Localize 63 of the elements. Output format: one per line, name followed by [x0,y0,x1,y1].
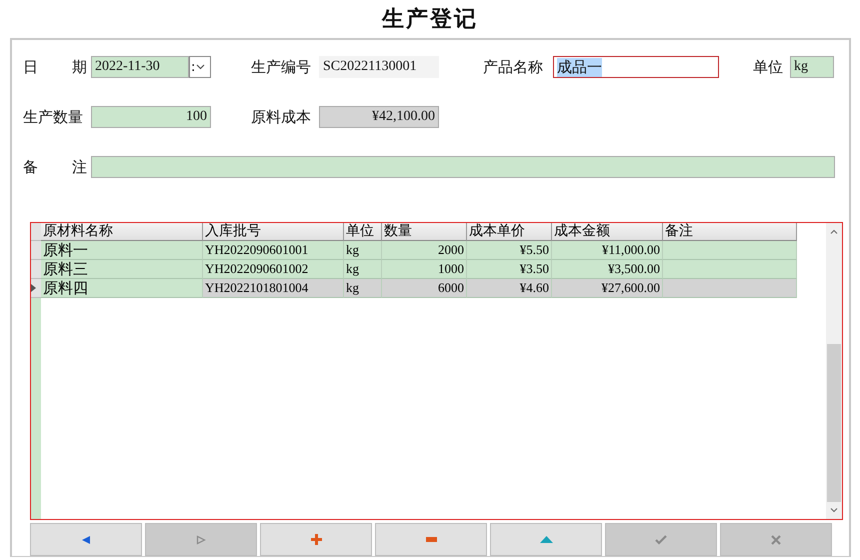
column-header[interactable]: 数量 [382,223,467,241]
minus-icon [426,537,436,542]
left-arrow-icon [81,534,91,544]
quantity-field[interactable]: 100 [91,106,211,128]
column-header[interactable]: 成本金额 [552,223,663,241]
table-cell: 1000 [382,260,467,279]
unit-label: 单位 [753,58,784,76]
column-header[interactable]: 原材料名称 [41,223,203,241]
table-cell: kg [344,260,382,279]
table-cell: ¥3,500.00 [552,260,663,279]
table-cell: 原料一 [41,241,203,260]
scrollbar-thumb[interactable] [827,344,841,502]
scroll-up-icon [830,229,838,234]
row-header[interactable] [31,279,41,298]
date-picker-button[interactable]: : [189,56,211,78]
cost-label: 原料成本 [251,108,312,126]
table-row[interactable]: 原料一 YH2022090601001 kg 2000 ¥5.50 ¥11,000.00 [41,241,826,260]
table-cell: kg [344,279,382,298]
column-header[interactable]: 备注 [663,223,797,241]
grid-corner-header [31,223,41,241]
dropdown-icon [196,64,206,70]
table-cell: 6000 [382,279,467,298]
table-cell: kg [344,241,382,260]
up-triangle-icon [540,536,552,543]
table-cell: ¥3.50 [467,260,552,279]
product-field[interactable]: 成品一 [553,56,719,78]
quantity-label: 生产数量 [23,108,84,126]
column-header[interactable]: 入库批号 [203,223,344,241]
remove-button[interactable] [375,523,487,556]
table-cell: YH2022090601002 [203,260,344,279]
up-button[interactable] [490,523,602,556]
close-icon [771,534,781,544]
table-cell: ¥11,000.00 [552,241,663,260]
scrollbar[interactable] [826,223,842,519]
code-label: 生产编号 [251,58,312,76]
scroll-down-icon [830,508,838,513]
column-header[interactable]: 成本单价 [467,223,552,241]
product-label: 产品名称 [483,58,544,76]
code-field[interactable]: SC20221130001 [319,56,439,78]
unit-field[interactable]: kg [790,56,834,78]
table-row[interactable]: 原料四 YH2022101801004 kg 6000 ¥4.60 ¥27,600.00 [41,279,826,298]
table-cell: ¥27,600.00 [552,279,663,298]
plus-icon [310,534,322,545]
column-header[interactable]: 单位 [344,223,382,241]
note-field[interactable] [91,156,835,178]
window-title: 生产登记 [380,6,479,34]
table-cell: 原料三 [41,260,203,279]
table-cell: 2000 [382,241,467,260]
right-arrow-icon [196,534,206,544]
date-label: 日 期 [23,58,88,76]
table-row[interactable]: 原料三 YH2022090601002 kg 1000 ¥3.50 ¥3,500.00 [41,260,826,279]
table-cell: YH2022101801004 [203,279,344,298]
checkmark-icon [655,534,667,544]
table-cell: 原料四 [41,279,203,298]
date-field[interactable]: 2022-11-30 [91,56,189,78]
current-row-icon [31,284,36,292]
table-cell: YH2022090601001 [203,241,344,260]
add-button[interactable] [260,523,372,556]
table-cell: ¥5.50 [467,241,552,260]
table-cell: ¥4.60 [467,279,552,298]
cost-field[interactable]: ¥42,100.00 [319,106,439,128]
prev-button[interactable] [30,523,142,556]
note-label: 备 注 [23,158,88,176]
